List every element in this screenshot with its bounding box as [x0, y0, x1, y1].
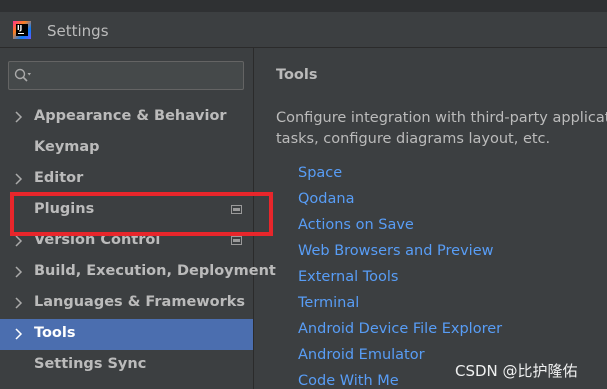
sidebar-item-settings-sync[interactable]: Settings Sync — [0, 350, 253, 381]
sidebar-item-label: Appearance & Behavior — [34, 108, 227, 124]
link-external-tools[interactable]: External Tools — [298, 269, 399, 285]
link-space[interactable]: Space — [298, 165, 342, 181]
chevron-right-icon[interactable] — [14, 110, 24, 124]
link-code-with-me[interactable]: Code With Me — [298, 373, 399, 389]
chevron-right-icon[interactable] — [14, 327, 24, 341]
red-highlight-box — [10, 192, 273, 236]
link-terminal[interactable]: Terminal — [298, 295, 359, 311]
window-title: Settings — [47, 22, 109, 40]
sidebar-item-keymap[interactable]: Keymap — [0, 133, 253, 164]
chevron-right-icon[interactable] — [14, 172, 24, 186]
tools-panel: Tools Configure integration with third-p… — [255, 48, 607, 389]
watermark: CSDN @比护隆佑 — [455, 362, 578, 380]
chevron-right-icon[interactable] — [14, 265, 24, 279]
sidebar-item-build-execution-deployment[interactable]: Build, Execution, Deployment — [0, 257, 276, 288]
link-web-browsers-and-preview[interactable]: Web Browsers and Preview — [298, 243, 493, 259]
sidebar-item-label: Settings Sync — [34, 356, 147, 372]
search-icon — [14, 68, 31, 82]
description-line-2: tasks, configure diagrams layout, etc. — [276, 131, 551, 147]
page-title: Tools — [276, 67, 318, 83]
sidebar-item-languages-frameworks[interactable]: Languages & Frameworks — [0, 288, 253, 319]
project-level-icon — [231, 236, 242, 245]
link-qodana[interactable]: Qodana — [298, 191, 354, 207]
window-top-strip — [0, 0, 607, 12]
sidebar-item-label: Keymap — [34, 139, 100, 155]
link-android-emulator[interactable]: Android Emulator — [298, 347, 425, 363]
search-input[interactable] — [8, 61, 244, 90]
description-line-1: Configure integration with third-party a… — [276, 110, 607, 126]
sidebar-item-editor[interactable]: Editor — [0, 164, 253, 195]
chevron-right-icon[interactable] — [14, 234, 24, 248]
sidebar-item-appearance-behavior[interactable]: Appearance & Behavior — [0, 102, 253, 133]
sidebar-item-label: Build, Execution, Deployment — [34, 263, 276, 279]
intellij-logo-icon: IJ — [13, 21, 31, 39]
sidebar-item-label: Editor — [34, 170, 84, 186]
tools-description: Configure integration with third-party a… — [276, 108, 607, 150]
sidebar-item-label: Languages & Frameworks — [34, 294, 246, 310]
title-bar: IJ Settings — [0, 12, 607, 48]
link-android-device-file-explorer[interactable]: Android Device File Explorer — [298, 321, 502, 337]
sidebar-item-label: Tools — [34, 325, 76, 341]
chevron-right-icon[interactable] — [14, 296, 24, 310]
link-actions-on-save[interactable]: Actions on Save — [298, 217, 414, 233]
sidebar-item-tools[interactable]: Tools — [0, 319, 253, 350]
